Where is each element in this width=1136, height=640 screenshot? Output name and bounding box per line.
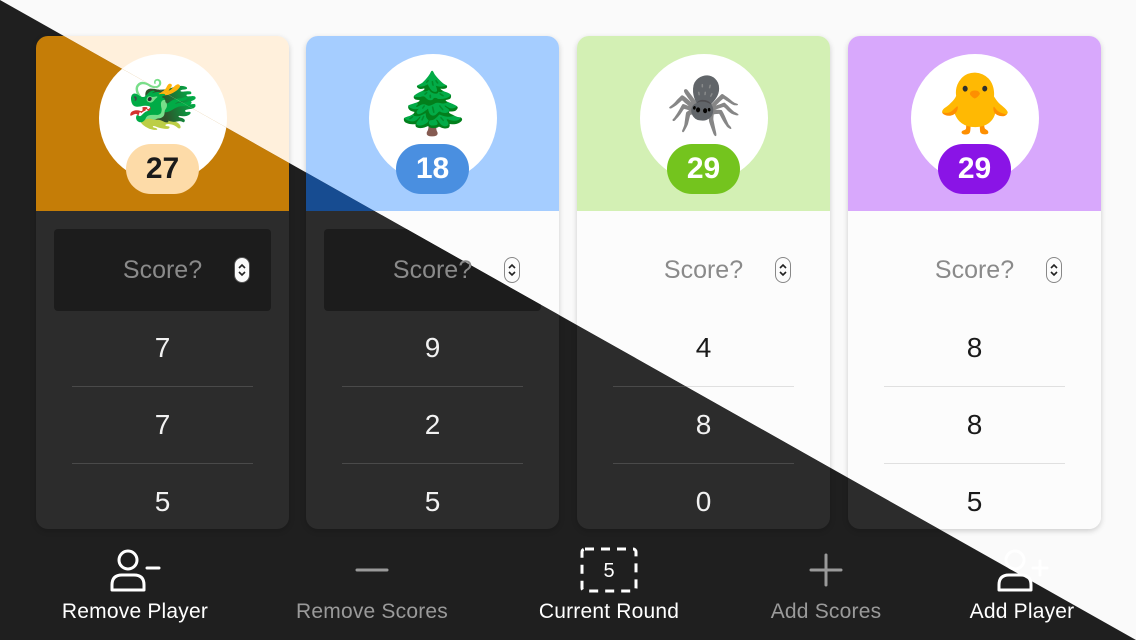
score-value: 2 xyxy=(424,408,441,440)
player-header[interactable]: 🌲18 xyxy=(306,36,559,211)
total-score-badge: 29 xyxy=(667,144,740,194)
score-row[interactable]: 7 xyxy=(72,309,253,387)
remove-scores-button[interactable]: Remove Scores xyxy=(272,540,472,636)
score-row[interactable]: 8 xyxy=(884,309,1065,387)
score-value: 0 xyxy=(695,485,712,517)
add-scores-button[interactable]: Add Scores xyxy=(726,540,926,636)
player-emoji: 🐥 xyxy=(937,69,1013,139)
score-list: 8 8 5 xyxy=(848,211,1101,529)
bottom-toolbar: Remove Player Remove Scores 5 Current Ro… xyxy=(0,540,1136,640)
person-plus-icon xyxy=(992,540,1052,600)
score-stepper-icon[interactable] xyxy=(504,257,520,283)
remove-player-button[interactable]: Remove Player xyxy=(35,540,235,636)
round-counter-icon: 5 xyxy=(579,540,639,600)
player-card: 🕷️29480🕷️29480 xyxy=(577,36,830,529)
score-stepper-icon[interactable] xyxy=(775,257,791,283)
minus-icon xyxy=(342,540,402,600)
person-minus-icon xyxy=(105,540,165,600)
score-value: 8 xyxy=(966,331,983,363)
score-value: 8 xyxy=(695,408,712,440)
score-value: 9 xyxy=(424,331,441,363)
current-round-button[interactable]: 5 Current Round xyxy=(509,540,709,636)
score-row[interactable]: 5 xyxy=(72,463,253,529)
total-score-badge: 27 xyxy=(126,144,199,194)
remove-scores-label: Remove Scores xyxy=(296,600,448,623)
score-value: 5 xyxy=(966,485,983,517)
score-value: 4 xyxy=(695,331,712,363)
player-emoji: 🌲 xyxy=(395,69,471,139)
player-card: 🐥29 8 8 5🐥29 8 8 5 xyxy=(848,36,1101,529)
player-card: 🐲27775🐲27775 xyxy=(36,36,289,529)
score-value: 5 xyxy=(154,485,171,517)
score-row[interactable]: 8 xyxy=(884,386,1065,464)
score-row[interactable]: 0 xyxy=(613,463,794,529)
score-value: 5 xyxy=(424,485,441,517)
total-score-badge: 18 xyxy=(396,144,469,194)
player-emoji: 🕷️ xyxy=(666,69,742,139)
remove-player-label: Remove Player xyxy=(61,600,209,623)
player-card: 🌲18925🌲18925 xyxy=(306,36,559,529)
player-header[interactable]: 🐥29 xyxy=(848,36,1101,211)
score-stepper-icon[interactable] xyxy=(234,257,250,283)
score-stepper-icon[interactable] xyxy=(1046,257,1062,283)
add-scores-label: Add Scores xyxy=(770,600,882,623)
add-player-label: Add Player xyxy=(969,600,1075,623)
score-row[interactable]: 2 xyxy=(342,386,523,464)
score-row[interactable]: 7 xyxy=(72,386,253,464)
score-row[interactable]: 5 xyxy=(342,463,523,529)
plus-icon xyxy=(796,540,856,600)
current-round-value: 5 xyxy=(603,559,615,582)
score-value: 7 xyxy=(154,408,171,440)
player-header[interactable]: 🕷️29 xyxy=(577,36,830,211)
score-list: 7 7 5 xyxy=(36,211,289,529)
current-round-label: Current Round xyxy=(538,600,680,623)
score-value: 7 xyxy=(154,331,171,363)
add-player-button[interactable]: Add Player xyxy=(936,540,1108,636)
total-score-badge: 29 xyxy=(938,144,1011,194)
light-theme-layer: 🐥29 8 8 5 xyxy=(848,36,1101,529)
score-row[interactable]: 9 xyxy=(342,309,523,387)
score-value: 8 xyxy=(966,408,983,440)
